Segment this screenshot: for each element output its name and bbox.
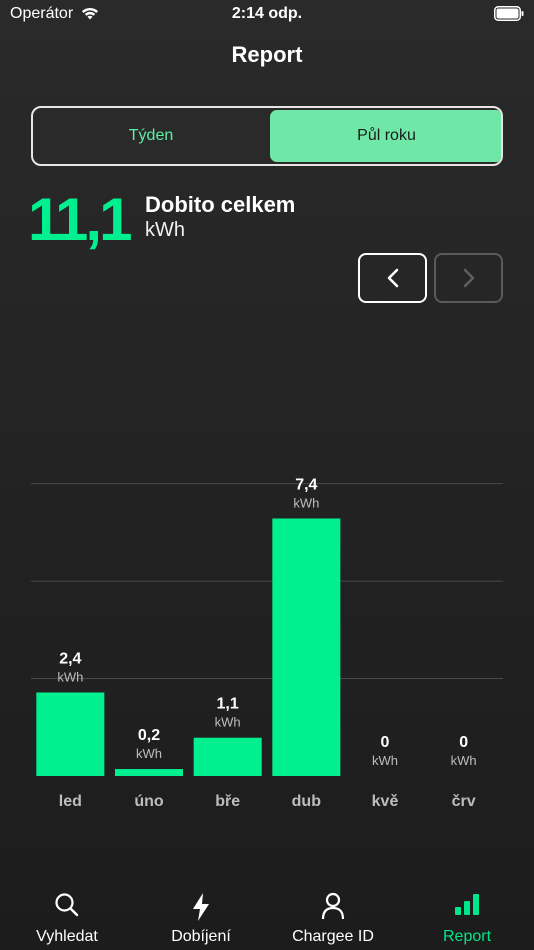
- bar-value-label: 0: [381, 734, 390, 751]
- tab-bar: Vyhledat Dobíjení Chargee ID Report: [0, 880, 534, 950]
- tab-charging-label: Dobíjení: [171, 928, 231, 945]
- tab-chargee-id[interactable]: Chargee ID: [266, 880, 400, 950]
- bar-value-label: 1,1: [217, 696, 239, 713]
- previous-period-button[interactable]: [358, 253, 427, 303]
- tab-report[interactable]: Report: [400, 880, 534, 950]
- battery-icon: [494, 6, 524, 21]
- search-icon: [55, 893, 79, 917]
- page-title: Report: [231, 42, 303, 67]
- bar-value-label: 0,2: [138, 727, 160, 744]
- next-period-button[interactable]: [434, 253, 503, 303]
- period-segmented-control: Týden Půl roku: [31, 106, 503, 166]
- month-tick-label: dub: [292, 793, 322, 810]
- month-tick-label: kvě: [372, 793, 399, 810]
- tab-search-label: Vyhledat: [36, 928, 98, 945]
- chart-bar: [115, 769, 183, 776]
- status-bar: Operátor 2:14 odp.: [0, 0, 534, 30]
- segment-week[interactable]: Týden: [33, 108, 269, 164]
- chart-bar: [36, 692, 105, 776]
- person-icon: [321, 892, 345, 920]
- tab-report-label: Report: [442, 928, 492, 945]
- total-charged-label: Dobito celkem: [145, 192, 296, 217]
- bar-unit-label: kWh: [293, 495, 319, 510]
- bar-value-label: 7,4: [295, 476, 317, 493]
- chevron-right-icon: [463, 268, 474, 288]
- clock: 2:14 odp.: [231, 5, 303, 22]
- total-charged-unit: kWh: [145, 219, 185, 241]
- month-tick-label: bře: [215, 793, 240, 810]
- bar-chart-icon: [455, 894, 479, 915]
- bar-value-label: 2,4: [59, 650, 81, 667]
- bar-value-label: 0: [459, 734, 468, 751]
- tab-search[interactable]: Vyhledat: [0, 880, 134, 950]
- tab-charging[interactable]: Dobíjení: [134, 880, 268, 950]
- lightning-icon: [193, 893, 209, 921]
- month-tick-label: úno: [134, 793, 164, 810]
- month-tick-label: črv: [452, 793, 476, 810]
- segment-half-year[interactable]: Půl roku: [270, 110, 501, 162]
- bar-unit-label: kWh: [372, 753, 398, 768]
- month-tick-label: led: [59, 793, 82, 810]
- bar-unit-label: kWh: [136, 746, 162, 761]
- bar-unit-label: kWh: [215, 715, 241, 730]
- chart-bar: [193, 737, 262, 776]
- tab-chargee-id-label: Chargee ID: [292, 928, 374, 945]
- bar-unit-label: kWh: [57, 669, 83, 684]
- bar-unit-label: kWh: [451, 753, 477, 768]
- chart-bar: [272, 518, 341, 776]
- total-charged-value: 11,1: [28, 186, 132, 253]
- chevron-left-icon: [387, 268, 398, 288]
